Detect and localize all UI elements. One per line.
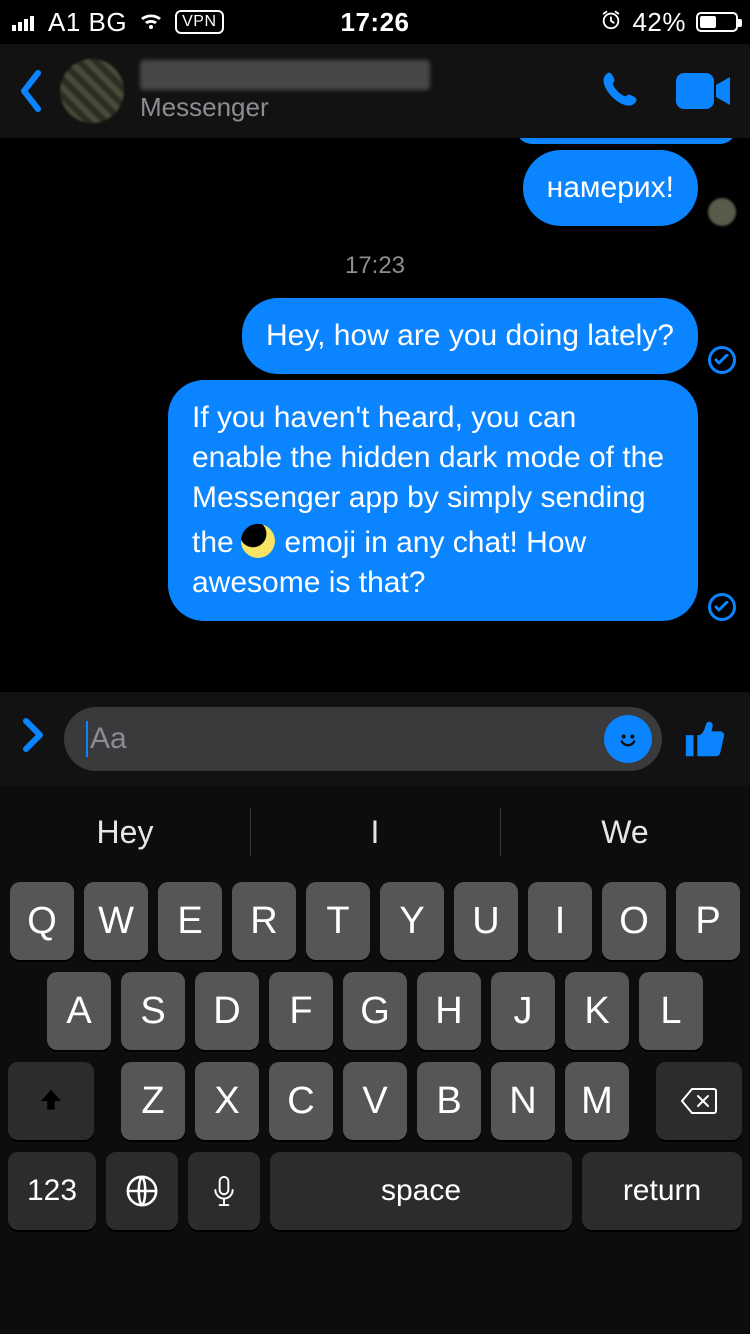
key-u[interactable]: U xyxy=(454,882,518,960)
key-q[interactable]: Q xyxy=(10,882,74,960)
backspace-key[interactable] xyxy=(656,1062,742,1140)
delivered-indicator xyxy=(708,346,736,374)
wifi-icon xyxy=(137,7,165,38)
key-row-2: A S D F G H J K L xyxy=(0,972,750,1050)
keyboard: Hey I We Q W E R T Y U I O P A S D F G H… xyxy=(0,786,750,1334)
key-i[interactable]: I xyxy=(528,882,592,960)
carrier-label: A1 BG xyxy=(48,7,127,38)
key-m[interactable]: M xyxy=(565,1062,629,1140)
keyboard-suggestions: Hey I We xyxy=(0,794,750,870)
voice-call-button[interactable] xyxy=(598,69,642,113)
key-p[interactable]: P xyxy=(676,882,740,960)
moon-emoji-icon xyxy=(238,521,277,560)
delivered-indicator xyxy=(708,593,736,621)
key-e[interactable]: E xyxy=(158,882,222,960)
contact-subtitle: Messenger xyxy=(140,92,582,123)
key-t[interactable]: T xyxy=(306,882,370,960)
key-j[interactable]: J xyxy=(491,972,555,1050)
text-cursor xyxy=(86,721,88,757)
back-button[interactable] xyxy=(18,69,44,113)
expand-actions-button[interactable] xyxy=(22,715,44,763)
globe-key[interactable] xyxy=(106,1152,178,1230)
like-button[interactable] xyxy=(682,716,728,762)
key-o[interactable]: O xyxy=(602,882,666,960)
key-row-4: 123 space return xyxy=(0,1152,750,1230)
key-r[interactable]: R xyxy=(232,882,296,960)
key-f[interactable]: F xyxy=(269,972,333,1050)
conversation[interactable]: намерих! 17:23 Hey, how are you doing la… xyxy=(0,138,750,692)
dictation-key[interactable] xyxy=(188,1152,260,1230)
suggestion[interactable]: I xyxy=(250,794,500,870)
key-d[interactable]: D xyxy=(195,972,259,1050)
key-x[interactable]: X xyxy=(195,1062,259,1140)
key-l[interactable]: L xyxy=(639,972,703,1050)
message-bubble[interactable]: Hey, how are you doing lately? xyxy=(242,298,698,374)
key-a[interactable]: A xyxy=(47,972,111,1050)
key-g[interactable]: G xyxy=(343,972,407,1050)
chat-header: Messenger xyxy=(0,44,750,138)
key-s[interactable]: S xyxy=(121,972,185,1050)
alarm-icon xyxy=(600,7,622,38)
avatar[interactable] xyxy=(60,59,124,123)
key-y[interactable]: Y xyxy=(380,882,444,960)
message-bubble[interactable]: If you haven't heard, you can enable the… xyxy=(168,380,698,621)
battery-pct: 42% xyxy=(632,7,686,38)
message-input[interactable]: Aa xyxy=(64,707,662,771)
message-placeholder: Aa xyxy=(90,722,127,756)
return-key[interactable]: return xyxy=(582,1152,742,1230)
status-bar: A1 BG VPN 17:26 42% xyxy=(0,0,750,44)
composer: Aa xyxy=(0,692,750,786)
key-w[interactable]: W xyxy=(84,882,148,960)
key-row-3: Z X C V B N M xyxy=(0,1062,750,1140)
key-c[interactable]: C xyxy=(269,1062,333,1140)
key-v[interactable]: V xyxy=(343,1062,407,1140)
cellular-icon xyxy=(12,7,38,38)
key-z[interactable]: Z xyxy=(121,1062,185,1140)
emoji-button[interactable] xyxy=(604,715,652,763)
key-b[interactable]: B xyxy=(417,1062,481,1140)
battery-icon xyxy=(696,12,738,32)
video-call-button[interactable] xyxy=(676,71,732,111)
seen-indicator xyxy=(708,198,736,226)
timestamp: 17:23 xyxy=(14,252,736,280)
vpn-badge: VPN xyxy=(175,10,223,34)
shift-key[interactable] xyxy=(8,1062,94,1140)
suggestion[interactable]: Hey xyxy=(0,794,250,870)
suggestion[interactable]: We xyxy=(500,794,750,870)
key-h[interactable]: H xyxy=(417,972,481,1050)
numbers-key[interactable]: 123 xyxy=(8,1152,96,1230)
key-row-1: Q W E R T Y U I O P xyxy=(0,882,750,960)
key-n[interactable]: N xyxy=(491,1062,555,1140)
space-key[interactable]: space xyxy=(270,1152,572,1230)
message-bubble[interactable]: намерих! xyxy=(523,150,698,226)
key-k[interactable]: K xyxy=(565,972,629,1050)
contact-name[interactable] xyxy=(140,60,430,90)
